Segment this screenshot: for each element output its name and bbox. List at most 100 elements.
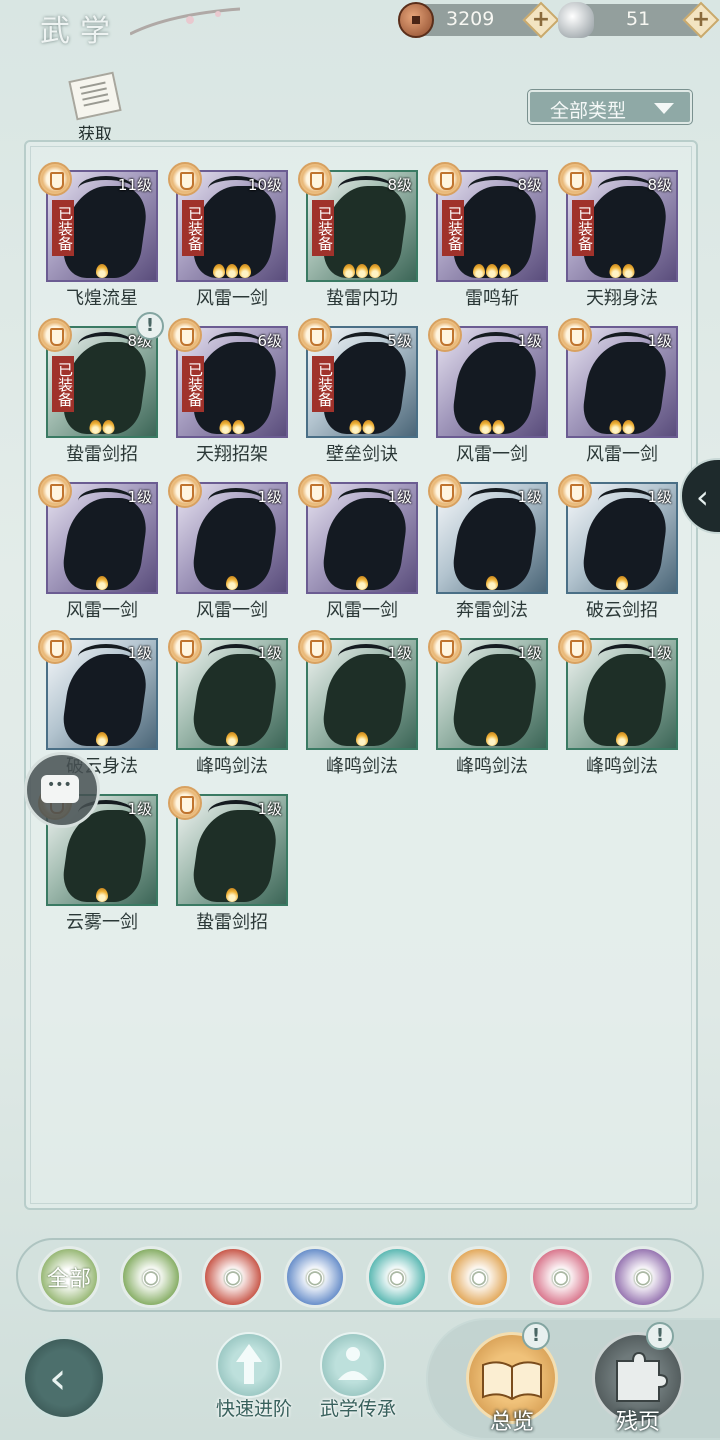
skill-name: 风雷一剑 xyxy=(66,600,138,621)
shield-type-icon xyxy=(558,162,592,196)
skill-card[interactable]: 8级 已装备 雷鸣斩 xyxy=(428,162,548,312)
hair-stroke xyxy=(338,644,394,670)
skill-card[interactable]: 5级 已装备 壁垒剑诀 xyxy=(298,318,418,468)
skill-card[interactable]: 10级 已装备 风雷一剑 xyxy=(168,162,288,312)
skill-card[interactable]: 11级 已装备 飞煌流星 xyxy=(38,162,158,312)
all-icon: 全部 xyxy=(46,1267,91,1292)
skill-card[interactable]: 1级 奔雷剑法 xyxy=(428,474,548,624)
flame-icon xyxy=(479,420,492,434)
quick-advance-button[interactable]: 快速进阶 xyxy=(204,1332,294,1432)
skill-name: 风雷一剑 xyxy=(456,444,528,465)
type-filter-label: 全部类型 xyxy=(550,100,627,122)
skill-level: 1级 xyxy=(517,332,542,350)
chat-bubble-icon xyxy=(41,775,79,803)
scraps-label: 残页 xyxy=(615,1410,660,1435)
flame-icon xyxy=(609,420,622,434)
skill-level: 1级 xyxy=(257,644,282,662)
flame-icon xyxy=(239,264,251,278)
back-button[interactable]: ‹ xyxy=(22,1336,106,1420)
flame-icon xyxy=(473,264,485,278)
skill-card[interactable]: 1级 风雷一剑 xyxy=(168,474,288,624)
hair-stroke xyxy=(598,332,654,358)
hair-stroke xyxy=(78,332,134,358)
flame-icon xyxy=(356,576,368,590)
skill-name: 蛰雷剑招 xyxy=(66,444,138,465)
flame-rank xyxy=(479,420,505,434)
flame-icon xyxy=(96,732,108,746)
category-wave-button[interactable]: ◉ xyxy=(284,1246,346,1308)
skill-card[interactable]: 1级 峰鸣剑法 xyxy=(558,630,678,780)
category-moon-button[interactable]: ◉ xyxy=(530,1246,592,1308)
hair-stroke xyxy=(338,488,394,514)
hair-stroke xyxy=(598,488,654,514)
category-palm-button[interactable]: ◉ xyxy=(120,1246,182,1308)
flame-icon xyxy=(356,264,368,278)
moon-icon: ◉ xyxy=(551,1264,571,1290)
flame-icon xyxy=(362,420,375,434)
flame-icon xyxy=(356,732,368,746)
skill-card[interactable]: 1级 破云剑招 xyxy=(558,474,678,624)
skill-card[interactable]: 8级 已装备 天翔身法 xyxy=(558,162,678,312)
flame-icon xyxy=(213,264,225,278)
category-shield-button[interactable]: ◉ xyxy=(448,1246,510,1308)
skill-name: 蛰雷剑招 xyxy=(196,912,268,933)
flame-rank xyxy=(356,576,368,590)
meditation-icon xyxy=(320,1332,386,1398)
flame-rank xyxy=(213,264,251,278)
skill-card[interactable]: 8级 已装备 蛰雷内功 xyxy=(298,162,418,312)
page-title: 武学 xyxy=(40,14,120,49)
flame-rank xyxy=(486,732,498,746)
skill-inherit-button[interactable]: 武学传承 xyxy=(308,1332,398,1432)
flame-icon: ◉ xyxy=(223,1264,243,1290)
skill-name: 飞煌流星 xyxy=(66,288,138,309)
add-silver-button[interactable]: + xyxy=(682,1,720,39)
flame-icon xyxy=(226,576,238,590)
type-filter-dropdown[interactable]: 全部类型 xyxy=(528,90,692,124)
skill-card[interactable]: 8级 已装备 蛰雷剑招 xyxy=(38,318,158,468)
skill-level: 8级 xyxy=(647,176,672,194)
skill-card[interactable]: 1级风雷一剑 xyxy=(558,318,678,468)
skill-level: 1级 xyxy=(387,644,412,662)
category-fire-button[interactable]: ◉ xyxy=(202,1246,264,1308)
skill-level: 5级 xyxy=(387,332,412,350)
flame-icon xyxy=(616,732,628,746)
skill-card[interactable]: 1级 峰鸣剑法 xyxy=(428,630,548,780)
skill-card[interactable]: 1级 风雷一剑 xyxy=(298,474,418,624)
skill-level: 1级 xyxy=(647,332,672,350)
add-copper-button[interactable]: + xyxy=(522,1,560,39)
skill-card[interactable]: 1级峰鸣剑法 xyxy=(168,630,288,780)
skill-name: 奔雷剑法 xyxy=(456,600,528,621)
flame-icon xyxy=(89,420,102,434)
shield-type-icon xyxy=(38,162,72,196)
flame-rank xyxy=(343,264,381,278)
flame-icon xyxy=(96,264,108,278)
skill-level: 1级 xyxy=(257,800,282,818)
skill-level: 6级 xyxy=(257,332,282,350)
upgrade-arrow-icon xyxy=(216,1332,282,1398)
overview-alert-icon: ! xyxy=(522,1322,550,1350)
flame-rank xyxy=(609,420,635,434)
skill-card[interactable]: 1级 峰鸣剑法 xyxy=(298,630,418,780)
skill-card[interactable]: 1级蛰雷剑招 xyxy=(168,786,288,936)
skill-name: 风雷一剑 xyxy=(586,444,658,465)
skill-card[interactable]: 1级风雷一剑 xyxy=(428,318,548,468)
equipped-tag: 已装备 xyxy=(182,356,204,412)
flame-icon xyxy=(486,732,498,746)
chat-button[interactable] xyxy=(24,752,100,828)
skill-card[interactable]: 1级 风雷一剑 xyxy=(38,474,158,624)
flower-icon: ◉ xyxy=(633,1264,653,1290)
skill-name: 峰鸣剑法 xyxy=(196,756,268,777)
equipped-tag: 已装备 xyxy=(572,200,594,256)
hair-stroke xyxy=(598,644,654,670)
hair-stroke xyxy=(208,332,264,358)
chevron-down-icon xyxy=(654,103,674,114)
skill-level: 1级 xyxy=(647,644,672,662)
skill-card[interactable]: 6级 已装备 天翔招架 xyxy=(168,318,288,468)
category-all-button[interactable]: 全部 xyxy=(38,1246,100,1308)
skill-name: 破云剑招 xyxy=(586,600,658,621)
shield-type-icon xyxy=(38,318,72,352)
category-butterfly-button[interactable]: ◉ xyxy=(366,1246,428,1308)
flame-icon xyxy=(226,888,238,902)
category-flower-button[interactable]: ◉ xyxy=(612,1246,674,1308)
acquire-button[interactable]: 获取 xyxy=(66,71,126,145)
